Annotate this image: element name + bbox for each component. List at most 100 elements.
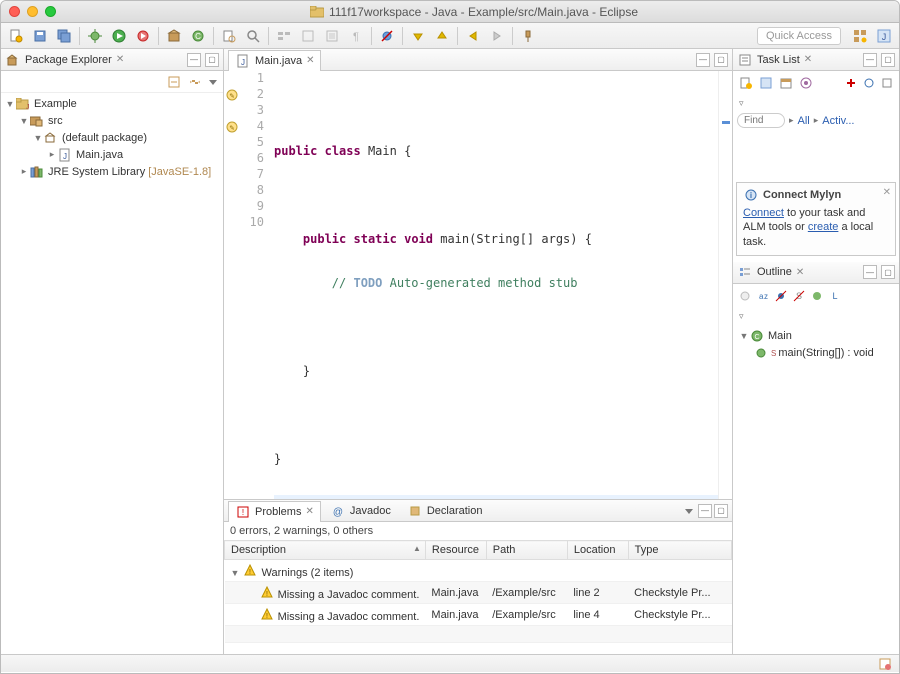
view-menu-button[interactable] <box>682 501 696 521</box>
quick-access[interactable]: Quick Access <box>757 27 841 45</box>
col-type[interactable]: Type <box>628 541 731 560</box>
maximize-editor-button[interactable]: ▢ <box>714 53 728 67</box>
trim-icon[interactable] <box>877 656 893 672</box>
collapse-button[interactable] <box>843 73 859 93</box>
new-task-button[interactable] <box>737 73 755 93</box>
minimize-window-button[interactable] <box>27 6 38 17</box>
maximize-view-button[interactable]: ▢ <box>205 53 219 67</box>
new-class-button[interactable]: C <box>187 26 209 46</box>
outline-method-node[interactable]: S main(String[]) : void <box>735 345 897 362</box>
close-window-button[interactable] <box>9 6 20 17</box>
all-link[interactable]: All <box>798 115 810 127</box>
synchronize-button[interactable] <box>861 73 877 93</box>
minimize-view-button[interactable]: — <box>863 265 877 279</box>
minimize-view-button[interactable]: — <box>698 504 712 518</box>
col-resource[interactable]: Resource <box>425 541 486 560</box>
problem-row[interactable]: ! Missing a Javadoc comment. Main.java /… <box>225 604 732 626</box>
run-button[interactable] <box>108 26 130 46</box>
save-all-button[interactable] <box>53 26 75 46</box>
minimize-editor-button[interactable]: — <box>696 53 710 67</box>
pin-editor-button[interactable] <box>517 26 539 46</box>
create-link[interactable]: create <box>808 221 839 233</box>
problems-group-row[interactable]: ▼ ! Warnings (2 items) <box>225 560 732 582</box>
quickfix-icon[interactable]: ✎ <box>224 119 240 135</box>
package-label: (default package) <box>62 132 147 144</box>
tab-javadoc[interactable]: @ Javadoc <box>323 501 398 522</box>
expand-toggle[interactable]: ▿ <box>739 311 744 321</box>
link-editor-button[interactable] <box>186 73 204 91</box>
hide-button[interactable] <box>879 73 895 93</box>
run-last-button[interactable] <box>132 26 154 46</box>
maximize-view-button[interactable]: ▢ <box>881 53 895 67</box>
hide-local-button[interactable]: L <box>827 286 843 306</box>
editor-tab-main[interactable]: J Main.java ✕ <box>228 50 321 71</box>
close-view-icon[interactable]: ✕ <box>804 54 812 65</box>
src-node[interactable]: ▼ src <box>1 112 223 129</box>
next-annotation-button[interactable] <box>407 26 429 46</box>
package-explorer-view: Package Explorer ✕ — ▢ ▼ J Example ▼ src… <box>1 49 224 654</box>
col-location[interactable]: Location <box>567 541 628 560</box>
save-button[interactable] <box>29 26 51 46</box>
overview-ruler[interactable] <box>718 71 732 499</box>
svg-text:!: ! <box>266 591 268 598</box>
problem-row[interactable]: ! Missing a Javadoc comment. Main.java /… <box>225 582 732 604</box>
toggle-mark-button[interactable] <box>297 26 319 46</box>
minimize-view-button[interactable]: — <box>863 53 877 67</box>
find-input[interactable] <box>737 113 785 128</box>
skip-breakpoints-button[interactable] <box>376 26 398 46</box>
file-node[interactable]: ▸ J Main.java <box>1 146 223 163</box>
hide-static-button[interactable]: S <box>791 286 807 306</box>
hide-nonpublic-button[interactable] <box>809 286 825 306</box>
new-button[interactable] <box>5 26 27 46</box>
focus-outline-button[interactable] <box>737 286 753 306</box>
svg-text:L: L <box>832 291 837 301</box>
debug-button[interactable] <box>84 26 106 46</box>
java-perspective-button[interactable]: J <box>873 26 895 46</box>
tab-declaration[interactable]: Declaration <box>400 501 490 522</box>
package-explorer-header: Package Explorer ✕ — ▢ <box>1 49 223 71</box>
schedule-button[interactable] <box>777 73 795 93</box>
code-content[interactable]: public class Main { public static void m… <box>270 71 718 499</box>
maximize-view-button[interactable]: ▢ <box>881 265 895 279</box>
problems-table[interactable]: Description▲ Resource Path Location Type… <box>224 540 732 654</box>
toggle-breadcrumb-button[interactable] <box>273 26 295 46</box>
close-view-icon[interactable]: ✕ <box>796 267 804 278</box>
svg-text:@: @ <box>333 507 343 517</box>
expand-toggle[interactable]: ▿ <box>739 98 744 108</box>
close-tab-icon[interactable]: ✕ <box>305 506 313 517</box>
show-whitespace-button[interactable]: ¶ <box>345 26 367 46</box>
col-description[interactable]: Description <box>231 544 286 556</box>
categorize-button[interactable] <box>757 73 775 93</box>
connect-link[interactable]: Connect <box>743 207 784 219</box>
quickfix-icon[interactable]: ✎ <box>224 87 240 103</box>
minimize-view-button[interactable]: — <box>187 53 201 67</box>
open-perspective-button[interactable] <box>849 26 871 46</box>
view-menu-button[interactable] <box>207 73 219 91</box>
right-column: Task List ✕ — ▢ ▿ ▸ All ▸ Activ... ✕ <box>732 49 899 654</box>
close-view-icon[interactable]: ✕ <box>116 54 124 65</box>
col-path[interactable]: Path <box>486 541 567 560</box>
maximize-view-button[interactable]: ▢ <box>714 504 728 518</box>
jre-node[interactable]: ▸ JRE System Library [JavaSE-1.8] <box>1 163 223 180</box>
hide-fields-button[interactable] <box>773 286 789 306</box>
project-node[interactable]: ▼ J Example <box>1 95 223 112</box>
zoom-window-button[interactable] <box>45 6 56 17</box>
forward-button[interactable] <box>486 26 508 46</box>
back-button[interactable] <box>462 26 484 46</box>
close-icon[interactable]: ✕ <box>883 187 891 198</box>
new-package-button[interactable] <box>163 26 185 46</box>
package-node[interactable]: ▼ (default package) <box>1 129 223 146</box>
close-tab-icon[interactable]: ✕ <box>306 55 314 66</box>
collapse-all-button[interactable] <box>165 73 183 91</box>
sort-button[interactable]: az <box>755 286 771 306</box>
prev-annotation-button[interactable] <box>431 26 453 46</box>
block-select-button[interactable] <box>321 26 343 46</box>
search-button[interactable] <box>242 26 264 46</box>
open-type-button[interactable] <box>218 26 240 46</box>
focus-button[interactable] <box>797 73 815 93</box>
tab-problems[interactable]: ! Problems ✕ <box>228 501 321 522</box>
declaration-icon <box>407 503 423 519</box>
activate-link[interactable]: Activ... <box>822 115 854 127</box>
code-editor[interactable]: ✎ ✎ 12345678910 public class Main { publ… <box>224 71 732 499</box>
outline-class-node[interactable]: ▼ C Main <box>735 328 897 345</box>
